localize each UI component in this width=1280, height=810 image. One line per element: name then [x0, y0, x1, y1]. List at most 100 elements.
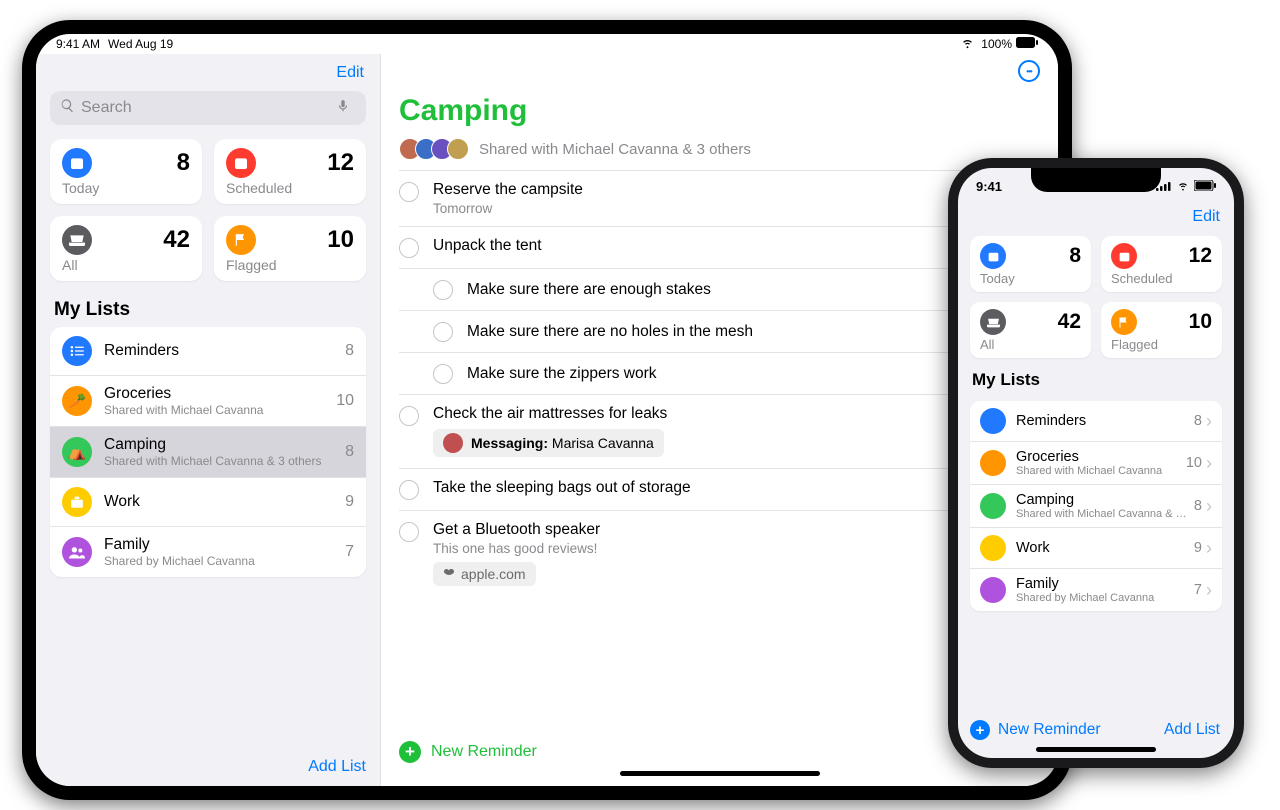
subreminder-item[interactable]: Make sure there are no holes in the mesh: [399, 310, 1040, 352]
reminder-item[interactable]: Check the air mattresses for leaksMessag…: [399, 394, 1040, 468]
list-icon: [980, 450, 1006, 476]
tile-today[interactable]: 8 Today: [970, 236, 1091, 292]
list-count: 8: [1194, 413, 1202, 429]
list-name: Camping: [1016, 492, 1188, 508]
new-reminder-button[interactable]: New Reminder: [998, 721, 1101, 739]
reminder-checkbox[interactable]: [433, 364, 453, 384]
list-icon: [980, 577, 1006, 603]
more-button[interactable]: •••: [1018, 60, 1040, 82]
status-date: Wed Aug 19: [108, 37, 173, 51]
tray-icon: [62, 225, 92, 255]
mylists-heading: My Lists: [972, 370, 1222, 390]
list-subtitle: Shared with Michael Cavanna: [104, 403, 330, 417]
reminder-checkbox[interactable]: [399, 406, 419, 426]
list-subtitle: Shared with Michael Cavanna & 3 ot…: [1016, 508, 1188, 520]
list-name: Groceries: [104, 385, 330, 403]
list-subtitle: Shared by Michael Cavanna: [104, 554, 339, 568]
add-list-button[interactable]: Add List: [1162, 717, 1222, 743]
list-count: 9: [345, 493, 354, 511]
list-subtitle: Shared with Michael Cavanna & 3 others: [104, 454, 339, 468]
tile-all-count: 42: [1058, 310, 1081, 334]
tile-scheduled-label: Scheduled: [1111, 271, 1212, 286]
home-indicator[interactable]: [1036, 747, 1156, 752]
list-item-groceries[interactable]: 🥕GroceriesShared with Michael Cavanna10: [50, 375, 366, 426]
reminder-item[interactable]: Take the sleeping bags out of storage: [399, 468, 1040, 510]
tile-scheduled-label: Scheduled: [226, 180, 354, 196]
list-count: 7: [345, 543, 354, 561]
list-item-groceries[interactable]: GroceriesShared with Michael Cavanna10›: [970, 441, 1222, 484]
list-item-family[interactable]: FamilyShared by Michael Cavanna7: [50, 526, 366, 577]
chevron-right-icon: ›: [1206, 539, 1212, 557]
subreminder-item[interactable]: Make sure there are enough stakes: [399, 268, 1040, 310]
list-item-work[interactable]: Work 9: [50, 477, 366, 526]
link-chip[interactable]: apple.com: [433, 562, 536, 586]
reminder-checkbox[interactable]: [433, 280, 453, 300]
flag-icon: [226, 225, 256, 255]
list-name: Family: [1016, 576, 1188, 592]
list-item-family[interactable]: FamilyShared by Michael Cavanna7›: [970, 568, 1222, 611]
tile-today-label: Today: [62, 180, 190, 196]
list-count: 10: [1186, 455, 1202, 471]
tile-flagged[interactable]: 10 Flagged: [214, 216, 366, 281]
list-icon: [980, 493, 1006, 519]
tile-flagged-count: 10: [1189, 310, 1212, 334]
tile-all-label: All: [980, 337, 1081, 352]
list-name: Work: [104, 493, 339, 511]
list-subtitle: Shared with Michael Cavanna: [1016, 465, 1180, 477]
edit-button[interactable]: Edit: [334, 60, 366, 86]
avatar: [443, 433, 463, 453]
new-reminder-button[interactable]: New Reminder: [431, 743, 537, 761]
list-icon: [62, 537, 92, 567]
home-indicator[interactable]: [620, 771, 820, 776]
list-count: 8: [1194, 498, 1202, 514]
tile-all-count: 42: [163, 226, 190, 254]
tile-scheduled-count: 12: [327, 149, 354, 177]
tile-all[interactable]: 42 All: [970, 302, 1091, 358]
list-item-reminders[interactable]: Reminders 8›: [970, 401, 1222, 441]
list-name: Reminders: [1016, 413, 1188, 429]
chevron-right-icon: ›: [1206, 412, 1212, 430]
reminder-title: Make sure there are enough stakes: [467, 281, 711, 299]
calendar-icon: [226, 148, 256, 178]
list-count: 7: [1194, 582, 1202, 598]
calendar-today-icon: [62, 148, 92, 178]
reminder-checkbox[interactable]: [399, 238, 419, 258]
list-item-reminders[interactable]: Reminders8: [50, 327, 366, 375]
reminder-checkbox[interactable]: [399, 480, 419, 500]
tile-all[interactable]: 42 All: [50, 216, 202, 281]
chevron-right-icon: ›: [1206, 497, 1212, 515]
search-input[interactable]: Search: [50, 91, 366, 125]
subreminder-item[interactable]: Make sure the zippers work: [399, 352, 1040, 394]
reminder-item[interactable]: Get a Bluetooth speakerThis one has good…: [399, 510, 1040, 596]
tile-scheduled-count: 12: [1189, 244, 1212, 268]
tile-scheduled[interactable]: 12 Scheduled: [1101, 236, 1222, 292]
list-name: Camping: [104, 436, 339, 454]
tile-flagged[interactable]: 10 Flagged: [1101, 302, 1222, 358]
chevron-right-icon: ›: [1206, 454, 1212, 472]
tile-today[interactable]: 8 Today: [50, 139, 202, 204]
list-item-camping[interactable]: ⛺CampingShared with Michael Cavanna & 3 …: [50, 426, 366, 477]
list-item-work[interactable]: Work9›: [970, 527, 1222, 568]
search-icon: [60, 98, 81, 118]
dictate-icon[interactable]: [336, 97, 356, 120]
tile-scheduled[interactable]: 12 Scheduled: [214, 139, 366, 204]
plus-icon: +: [399, 741, 421, 763]
tile-today-count: 8: [177, 149, 190, 177]
list-name: Work: [1016, 540, 1188, 556]
list-item-camping[interactable]: CampingShared with Michael Cavanna & 3 o…: [970, 484, 1222, 527]
reminder-checkbox[interactable]: [433, 322, 453, 342]
ipad-device-frame: 9:41 AM Wed Aug 19 100% Edit: [22, 20, 1072, 800]
reminder-checkbox[interactable]: [399, 182, 419, 202]
search-placeholder: Search: [81, 99, 336, 117]
reminder-item[interactable]: Unpack the tent: [399, 226, 1040, 268]
add-list-button[interactable]: Add List: [308, 758, 366, 776]
messaging-chip[interactable]: Messaging: Marisa Cavanna: [433, 429, 664, 457]
wifi-icon: [960, 35, 975, 53]
calendar-today-icon: [980, 243, 1006, 269]
list-subtitle: Shared by Michael Cavanna: [1016, 592, 1188, 604]
shared-with-row[interactable]: Shared with Michael Cavanna & 3 others: [399, 138, 1040, 170]
reminder-checkbox[interactable]: [399, 522, 419, 542]
tile-flagged-label: Flagged: [226, 257, 354, 273]
reminder-item[interactable]: Reserve the campsiteTomorrow: [399, 170, 1040, 226]
edit-button[interactable]: Edit: [1190, 204, 1222, 230]
